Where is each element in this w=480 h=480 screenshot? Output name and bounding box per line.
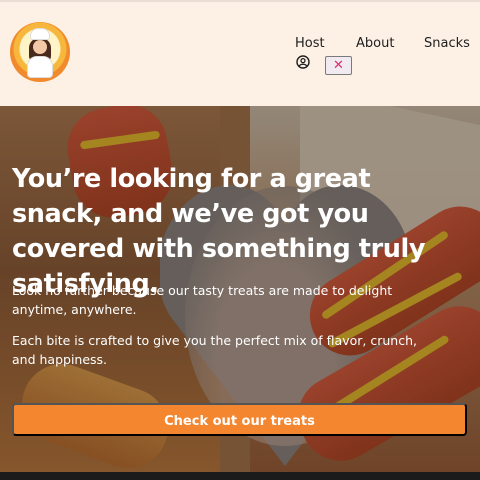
nav-about-link[interactable]: About bbox=[356, 36, 394, 51]
hero-paragraph: Each bite is crafted to give you the per… bbox=[12, 333, 417, 367]
hero-paragraph: Look no further because our tasty treats… bbox=[12, 283, 393, 317]
logo-chef-hat bbox=[30, 28, 50, 40]
close-menu-button[interactable]: ✕ bbox=[325, 56, 352, 75]
hero-section: You’re looking for a great snack, and we… bbox=[0, 106, 480, 472]
footer-edge bbox=[0, 472, 480, 480]
chef-logo-icon[interactable] bbox=[10, 22, 70, 82]
nav-host-link[interactable]: Host bbox=[295, 36, 325, 51]
check-out-treats-button[interactable]: Check out our treats bbox=[12, 403, 467, 436]
logo-body bbox=[27, 56, 53, 78]
user-circle-icon[interactable] bbox=[296, 55, 310, 69]
site-header: Host About Snacks ✕ bbox=[0, 0, 480, 106]
nav-snacks-link[interactable]: Snacks bbox=[424, 36, 470, 51]
logo-face bbox=[33, 40, 47, 54]
